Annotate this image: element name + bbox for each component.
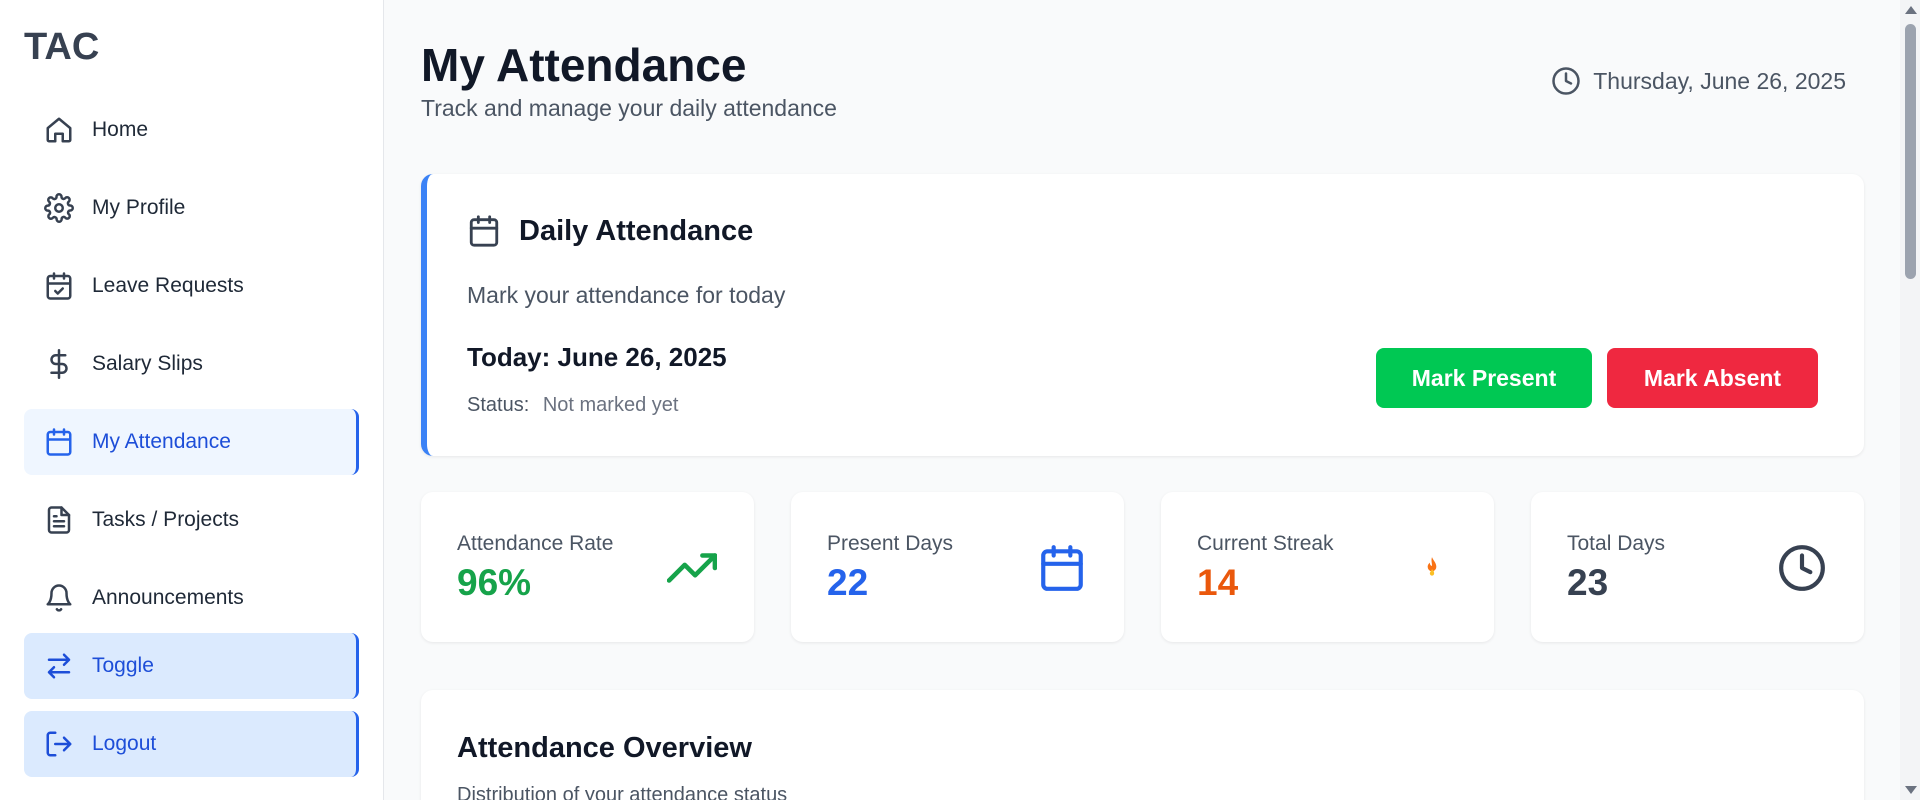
scroll-thumb[interactable]	[1905, 24, 1916, 279]
bell-icon	[42, 581, 76, 615]
scroll-down-arrow-icon[interactable]	[1905, 786, 1917, 794]
mark-absent-button[interactable]: Mark Absent	[1607, 348, 1818, 408]
trending-up-icon	[666, 542, 718, 594]
status-value: Not marked yet	[542, 394, 679, 416]
sidebar-item-tasks-projects[interactable]: Tasks / Projects	[24, 487, 359, 553]
brand-logo: TAC	[24, 26, 100, 68]
main-content: My Attendance Track and manage your dail…	[385, 0, 1900, 800]
dollar-icon	[42, 347, 76, 381]
attendance-overview-card: Attendance Overview Distribution of your…	[421, 690, 1864, 800]
sidebar-item-label: My Attendance	[92, 430, 231, 453]
stat-label: Current Streak	[1197, 532, 1334, 555]
gear-icon	[42, 191, 76, 225]
sidebar-item-home[interactable]: Home	[24, 97, 359, 163]
logout-icon	[42, 727, 76, 761]
daily-attendance-card: Daily Attendance Mark your attendance fo…	[421, 174, 1864, 456]
current-date: Thursday, June 26, 2025	[1551, 66, 1846, 96]
sidebar-nav: Home My Profile Leave Requests Salary Sl…	[24, 97, 359, 789]
calendar-icon	[1036, 542, 1088, 594]
stat-value: 23	[1567, 562, 1609, 603]
calendar-icon	[42, 425, 76, 459]
stat-card-current-streak: Current Streak 14	[1161, 492, 1494, 642]
stat-card-present-days: Present Days 22	[791, 492, 1124, 642]
page-subtitle: Track and manage your daily attendance	[421, 95, 837, 121]
current-date-text: Thursday, June 26, 2025	[1593, 67, 1846, 94]
logout-label: Logout	[92, 732, 157, 755]
stat-card-attendance-rate: Attendance Rate 96%	[421, 492, 754, 642]
sidebar-item-label: Salary Slips	[92, 352, 203, 375]
sidebar-item-leave-requests[interactable]: Leave Requests	[24, 253, 359, 319]
fire-icon	[1406, 542, 1458, 594]
stat-label: Total Days	[1567, 532, 1666, 555]
sidebar-item-label: Tasks / Projects	[92, 508, 240, 531]
attendance-overview-title: Attendance Overview	[457, 732, 752, 764]
stat-value: 14	[1197, 562, 1239, 603]
calendar-icon	[469, 215, 499, 247]
sidebar-item-salary-slips[interactable]: Salary Slips	[24, 331, 359, 397]
stat-card-total-days: Total Days 23	[1531, 492, 1864, 642]
stat-label: Present Days	[827, 532, 954, 555]
stats-row: Attendance Rate 96% Present Days 22 Curr…	[421, 492, 1864, 642]
scroll-up-arrow-icon[interactable]	[1905, 6, 1917, 14]
page-title: My Attendance	[421, 39, 747, 91]
sidebar-item-label: My Profile	[92, 196, 186, 219]
clock-icon	[1776, 542, 1828, 594]
clock-icon	[1552, 67, 1580, 95]
logout-button[interactable]: Logout	[24, 711, 359, 777]
sidebar-item-announcements[interactable]: Announcements	[24, 565, 359, 631]
toggle-button[interactable]: Toggle	[24, 633, 359, 699]
arrows-swap-icon	[42, 649, 76, 683]
page-scrollbar[interactable]	[1900, 0, 1920, 800]
sidebar-item-my-profile[interactable]: My Profile	[24, 175, 359, 241]
toggle-label: Toggle	[92, 654, 154, 677]
sidebar-item-label: Announcements	[92, 586, 244, 609]
attendance-status: Status: Not marked yet	[467, 394, 678, 417]
stat-value: 96%	[457, 562, 532, 603]
sidebar-item-label: Leave Requests	[92, 274, 244, 297]
document-icon	[42, 503, 76, 537]
sidebar-item-my-attendance[interactable]: My Attendance	[24, 409, 359, 475]
mark-present-button[interactable]: Mark Present	[1376, 348, 1592, 408]
today-date: Today: June 26, 2025	[467, 342, 727, 372]
home-icon	[42, 113, 76, 147]
calendar-check-icon	[42, 269, 76, 303]
stat-value: 22	[827, 562, 869, 603]
daily-attendance-description: Mark your attendance for today	[467, 282, 786, 308]
attendance-overview-subtitle: Distribution of your attendance status	[457, 784, 788, 800]
status-label: Status:	[467, 394, 530, 416]
daily-attendance-header: Daily Attendance	[467, 214, 753, 248]
daily-attendance-title: Daily Attendance	[519, 214, 754, 247]
sidebar-item-label: Home	[92, 118, 149, 141]
sidebar: TAC Home My Profile Leave Requests Salar…	[0, 0, 384, 800]
stat-label: Attendance Rate	[457, 532, 614, 555]
